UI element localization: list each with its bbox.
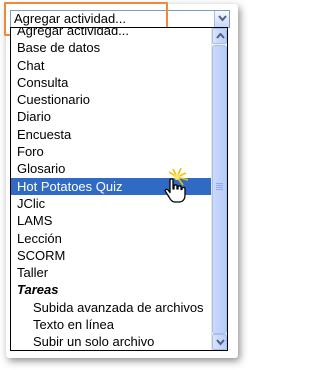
scroll-down-button[interactable] bbox=[212, 334, 227, 350]
option-scorm[interactable]: SCORM bbox=[11, 247, 211, 264]
hand-pointer-icon bbox=[164, 168, 189, 203]
option-base-de-datos[interactable]: Base de datos bbox=[11, 39, 211, 56]
thumb-grip bbox=[216, 187, 223, 188]
option-taller[interactable]: Taller bbox=[11, 264, 211, 281]
option-chat[interactable]: Chat bbox=[11, 57, 211, 74]
activity-option-list[interactable]: Agregar actividad... Base de datos Chat Con… bbox=[10, 27, 228, 351]
option-foro[interactable]: Foro bbox=[11, 143, 211, 160]
vertical-scrollbar[interactable] bbox=[211, 28, 227, 350]
option-cuestionario[interactable]: Cuestionario bbox=[11, 91, 211, 108]
chevron-down-icon bbox=[218, 15, 227, 22]
option-subida-avanzada-de-archivos[interactable]: Subida avanzada de archivos bbox=[11, 299, 211, 316]
option-agregar-actividad[interactable]: Agregar actividad... bbox=[11, 28, 211, 39]
option-leccion[interactable]: Lección bbox=[11, 230, 211, 247]
option-texto-en-linea[interactable]: Texto en línea bbox=[11, 316, 211, 333]
option-diario[interactable]: Diario bbox=[11, 108, 211, 125]
option-group-tareas: Tareas bbox=[17, 282, 59, 298]
scroll-thumb[interactable] bbox=[212, 45, 227, 334]
arrow-up-icon bbox=[216, 33, 225, 39]
scroll-up-button[interactable] bbox=[212, 28, 227, 44]
thumb-grip bbox=[216, 183, 223, 184]
option-lams[interactable]: LAMS bbox=[11, 212, 211, 229]
thumb-grip bbox=[216, 189, 223, 190]
arrow-down-icon bbox=[216, 339, 225, 346]
option-consulta[interactable]: Consulta bbox=[11, 74, 211, 91]
option-encuesta[interactable]: Encuesta bbox=[11, 126, 211, 143]
option-subir-un-solo-archivo[interactable]: Subir un solo archivo bbox=[11, 333, 211, 350]
thumb-grip bbox=[216, 185, 223, 186]
select-dropdown-button[interactable] bbox=[214, 11, 229, 27]
